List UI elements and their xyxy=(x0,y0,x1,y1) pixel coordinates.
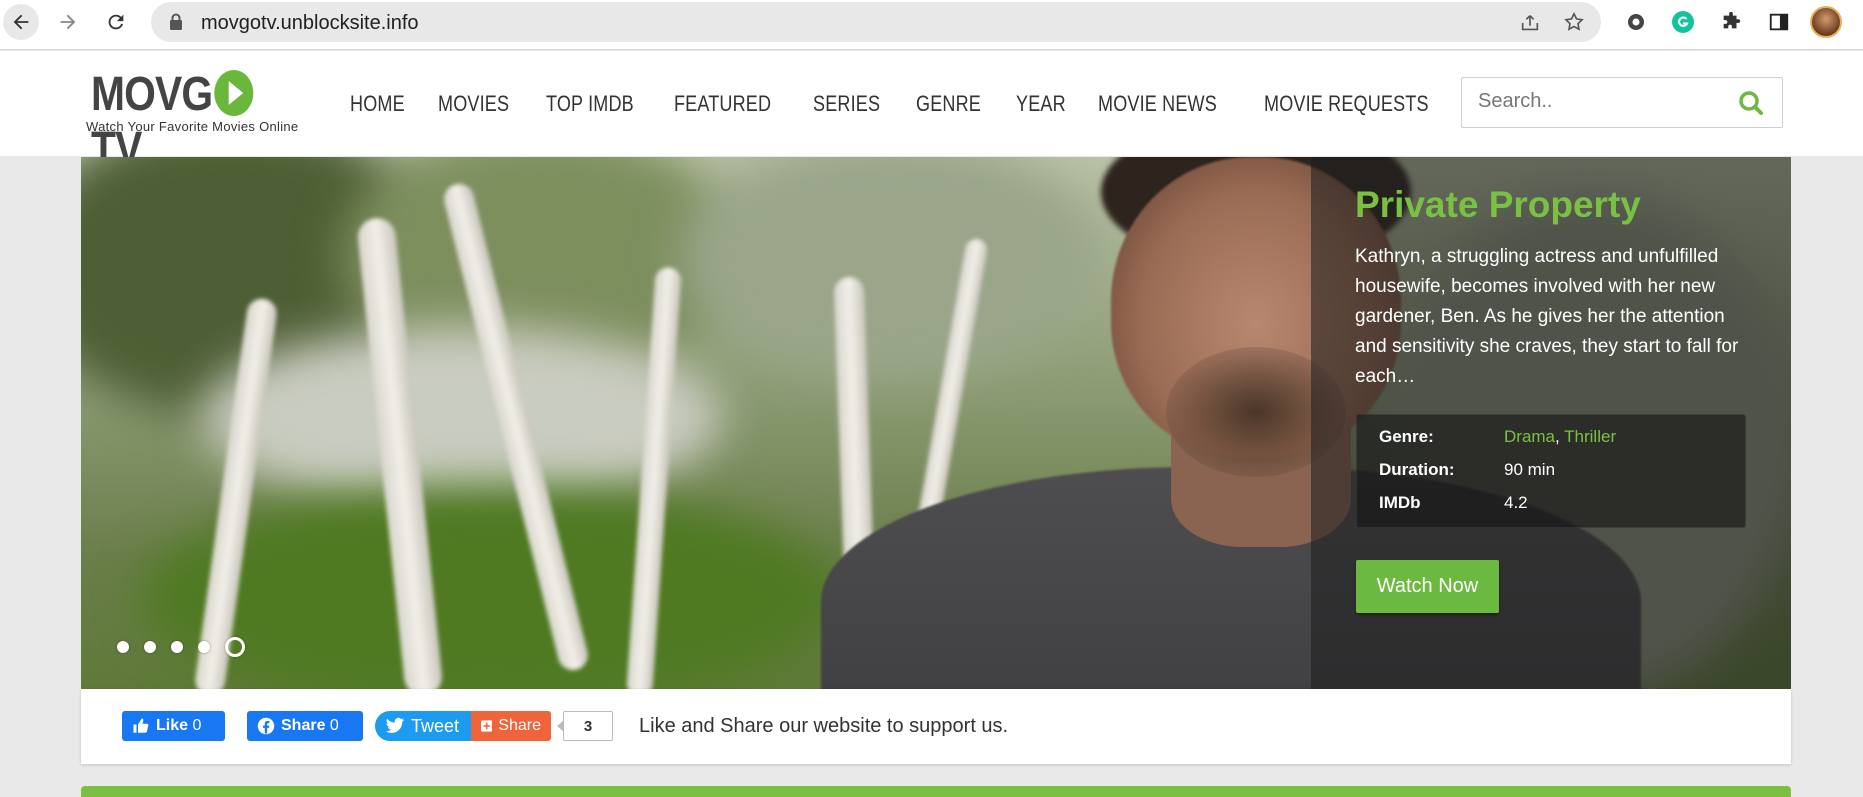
section-header-bar xyxy=(81,786,1791,797)
thumbs-up-icon xyxy=(133,718,149,733)
profile-avatar[interactable] xyxy=(1810,6,1842,38)
grammarly-extension[interactable] xyxy=(1670,9,1696,35)
search-icon[interactable] xyxy=(1738,90,1764,116)
menu-item-featured[interactable]: FEATURED xyxy=(674,91,771,117)
facebook-share-button[interactable]: Share 0 xyxy=(247,711,363,741)
imdb-label: IMDb xyxy=(1379,493,1421,512)
like-label: Like xyxy=(156,717,189,734)
main-menu: HOME MOVIES TOP IMDB FEATURED SERIES GEN… xyxy=(350,91,1486,117)
arrow-left-icon xyxy=(13,14,29,30)
share-count: 0 xyxy=(329,717,339,734)
reload-icon xyxy=(108,14,124,30)
menu-item-genre[interactable]: GENRE xyxy=(916,91,981,117)
share-label: Share xyxy=(281,717,326,734)
addshare-label: Share xyxy=(498,717,541,734)
imdb-value: 4.2 xyxy=(1504,493,1528,512)
duration-label: Duration: xyxy=(1379,460,1455,479)
movie-description: Kathryn, a struggling actress and unfulf… xyxy=(1355,246,1739,387)
twitter-bird-icon xyxy=(385,717,405,733)
bookmark-star-icon[interactable] xyxy=(1563,11,1585,33)
puzzle-icon xyxy=(1723,11,1741,29)
search-input[interactable] xyxy=(1478,90,1728,113)
menu-item-movie-requests[interactable]: MOVIE REQUESTS xyxy=(1264,91,1429,117)
menu-item-movie-news[interactable]: MOVIE NEWS xyxy=(1098,91,1217,117)
menu-item-top-imdb[interactable]: TOP IMDB xyxy=(546,91,634,117)
site-logo[interactable]: MOVGTV Watch Your Favorite Movies Online xyxy=(86,67,316,176)
watch-now-button[interactable]: Watch Now xyxy=(1356,560,1499,613)
play-icon xyxy=(213,70,254,116)
side-panel-button[interactable] xyxy=(1766,9,1792,35)
genre-values: Drama, Thriller xyxy=(1504,427,1617,446)
social-share-bar: Like 0 Share 0 Tweet Share 3 Like and Sh… xyxy=(81,689,1791,764)
tweet-label: Tweet xyxy=(411,715,460,736)
ghost-extension-icon xyxy=(1628,14,1644,30)
support-message: Like and Share our website to support us… xyxy=(639,715,1009,737)
genre-link-drama[interactable]: Drama xyxy=(1504,427,1555,446)
search-box xyxy=(1461,77,1783,128)
logo-text-left: MOVG xyxy=(91,68,213,121)
slide-dot-1[interactable] xyxy=(117,641,129,653)
addtoany-share-button[interactable]: Share xyxy=(471,711,551,741)
logo-tagline: Watch Your Favorite Movies Online xyxy=(86,119,299,134)
slider-pagination xyxy=(117,637,260,657)
share-page-icon[interactable] xyxy=(1519,12,1541,34)
slide-dot-4[interactable] xyxy=(198,641,210,653)
tweet-button[interactable]: Tweet xyxy=(375,711,473,741)
browser-toolbar: movgotv.unblocksite.info xyxy=(0,0,1863,50)
arrow-right-icon xyxy=(60,14,76,30)
duration-value: 90 min xyxy=(1504,460,1556,479)
url-text: movgotv.unblocksite.info xyxy=(201,12,419,34)
like-count: 0 xyxy=(192,717,202,734)
hero-slider[interactable]: Private Property Kathryn, a struggling a… xyxy=(81,157,1791,689)
forward-button[interactable] xyxy=(50,4,86,40)
genre-label: Genre: xyxy=(1379,427,1434,446)
movie-title[interactable]: Private Property xyxy=(1355,184,1641,226)
lock-icon xyxy=(170,13,182,30)
side-panel-icon xyxy=(1769,13,1789,31)
reload-button[interactable] xyxy=(98,4,134,40)
extension-icon-1[interactable] xyxy=(1623,9,1649,35)
site-header: MOVGTV Watch Your Favorite Movies Online… xyxy=(0,51,1863,176)
extensions-button[interactable] xyxy=(1718,9,1744,35)
address-bar[interactable]: movgotv.unblocksite.info xyxy=(151,2,1601,42)
back-button[interactable] xyxy=(3,4,39,40)
menu-item-year[interactable]: YEAR xyxy=(1016,91,1066,117)
plus-box-icon xyxy=(481,720,493,732)
slide-dot-5-active[interactable] xyxy=(225,637,245,657)
genre-link-thriller[interactable]: Thriller xyxy=(1564,427,1616,446)
slide-dot-3[interactable] xyxy=(171,641,183,653)
movie-meta-box: Genre: Drama, Thriller Duration: 90 min … xyxy=(1356,414,1746,528)
facebook-like-button[interactable]: Like 0 xyxy=(122,711,225,741)
menu-item-home[interactable]: HOME xyxy=(350,91,405,117)
slide-dot-2[interactable] xyxy=(144,641,156,653)
facebook-icon xyxy=(257,717,275,735)
share-counter: 3 xyxy=(557,711,613,741)
menu-item-series[interactable]: SERIES xyxy=(813,91,880,117)
grammarly-icon xyxy=(1672,11,1694,33)
menu-item-movies[interactable]: MOVIES xyxy=(438,91,509,117)
